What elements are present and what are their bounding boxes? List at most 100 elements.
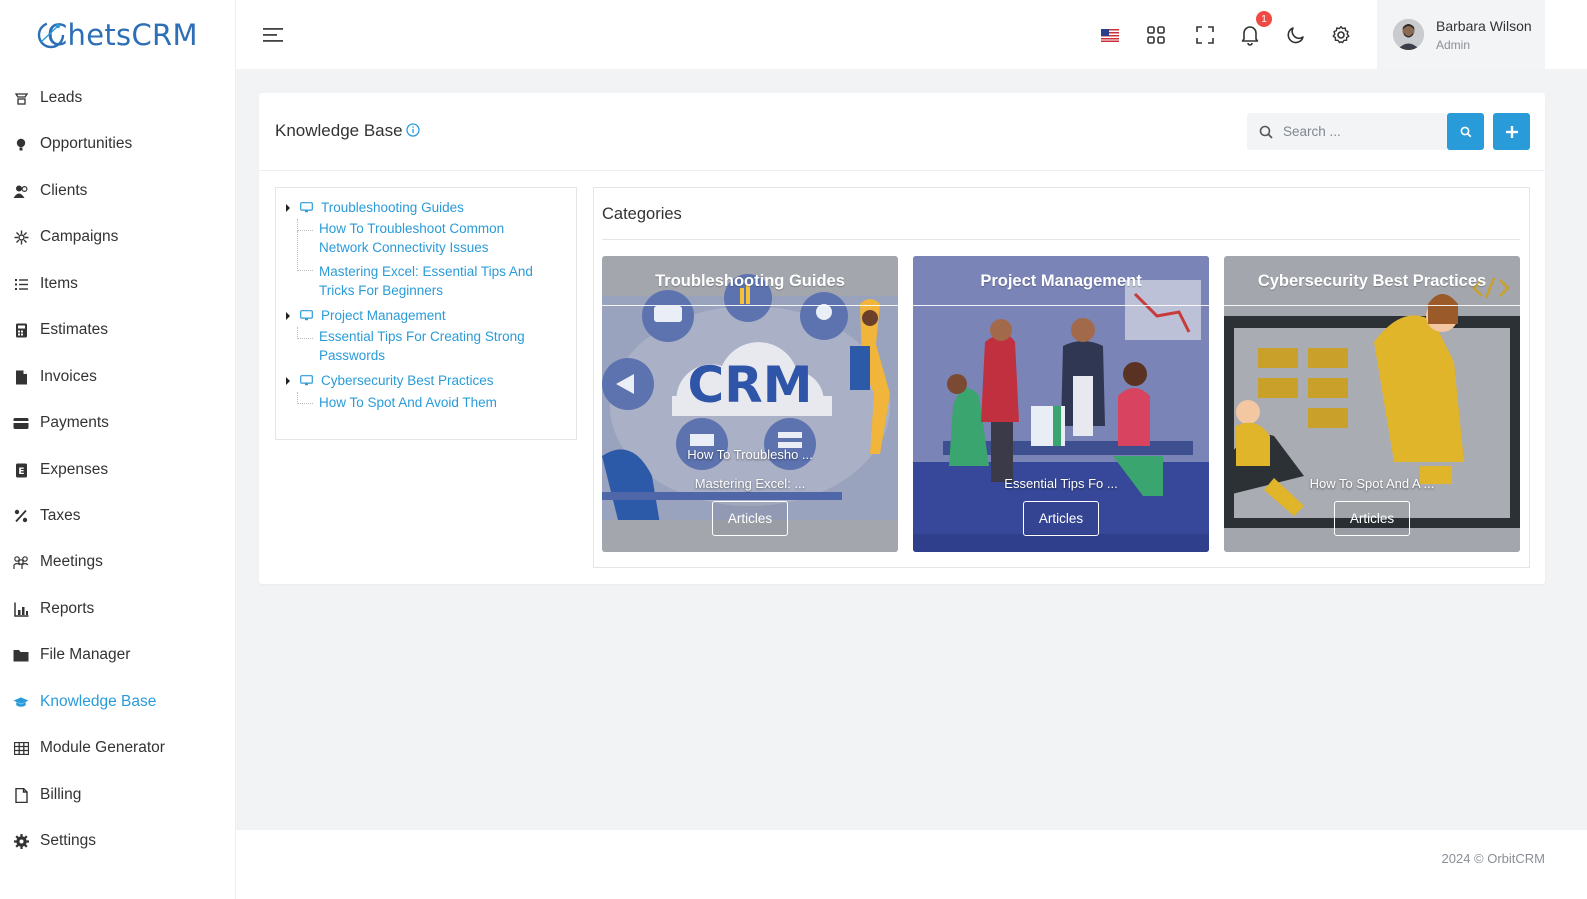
- articles-button[interactable]: Articles: [1334, 501, 1410, 536]
- credit-card-icon: [13, 415, 29, 431]
- logo-text: ChetsCRM: [47, 18, 198, 52]
- tree-article-item[interactable]: How To Spot And Avoid Them: [319, 393, 554, 412]
- lightbulb-icon: [13, 136, 29, 152]
- settings-button[interactable]: [1329, 23, 1353, 47]
- percent-icon: [13, 508, 29, 524]
- fullscreen-icon: [1196, 26, 1214, 44]
- sidebar-item-label: Taxes: [40, 507, 81, 524]
- tree-connector: [297, 392, 313, 404]
- sidebar-item-meetings[interactable]: Meetings: [0, 542, 235, 582]
- expense-icon: E: [13, 462, 29, 478]
- calculator-icon: [13, 322, 29, 338]
- sidebar-item-billing[interactable]: Billing: [0, 775, 235, 815]
- svg-text:E: E: [18, 467, 24, 477]
- categories-title: Categories: [602, 205, 682, 223]
- divider: [602, 239, 1520, 240]
- sidebar-item-label: Module Generator: [40, 739, 165, 756]
- category-card-troubleshooting[interactable]: CRM Troubleshooting Guides How To Troubl…: [602, 256, 898, 552]
- category-tree: Troubleshooting Guides How To Troublesho…: [275, 187, 577, 440]
- articles-button[interactable]: Articles: [712, 501, 788, 536]
- tree-category-label: Project Management: [321, 308, 446, 323]
- sidebar-item-label: Items: [40, 275, 78, 292]
- add-article-button[interactable]: [1493, 113, 1530, 150]
- category-card-title: Cybersecurity Best Practices: [1257, 272, 1487, 290]
- caret-right-icon[interactable]: [284, 376, 292, 385]
- sidebar-item-items[interactable]: Items: [0, 264, 235, 304]
- sidebar-item-clients[interactable]: Clients: [0, 171, 235, 211]
- category-card-article[interactable]: Mastering Excel: ...: [602, 476, 898, 491]
- avatar: [1393, 19, 1424, 50]
- fullscreen-button[interactable]: [1193, 23, 1217, 47]
- sidebar-item-label: Opportunities: [40, 135, 133, 152]
- sidebar-item-label: Campaigns: [40, 228, 119, 245]
- sidebar-item-estimates[interactable]: Estimates: [0, 310, 235, 350]
- category-card-article[interactable]: How To Troublesho ...: [602, 447, 898, 462]
- tree-article-item[interactable]: How To Troubleshoot Common Network Conne…: [319, 219, 554, 257]
- app-logo[interactable]: ChetsCRM: [0, 0, 235, 70]
- sidebar-item-payments[interactable]: Payments: [0, 403, 235, 443]
- user-name: Barbara Wilson: [1436, 17, 1532, 34]
- hamburger-icon: [263, 28, 283, 42]
- sidebar-item-expenses[interactable]: E Expenses: [0, 450, 235, 490]
- divider: [1224, 305, 1520, 306]
- apps-grid-button[interactable]: [1144, 23, 1168, 47]
- sidebar-item-label: Estimates: [40, 321, 109, 338]
- info-icon[interactable]: [406, 123, 420, 137]
- sidebar-item-label: Payments: [40, 414, 109, 431]
- sidebar-item-label: Billing: [40, 786, 82, 803]
- categories-panel: Categories CRM Troubleshooting Guides Ho…: [593, 187, 1530, 568]
- sidebar-item-label: Expenses: [40, 461, 109, 478]
- search-icon: [1460, 126, 1471, 137]
- sidebar-item-leads[interactable]: Leads: [0, 78, 235, 118]
- us-flag-icon: [1101, 28, 1119, 42]
- sidebar-item-campaigns[interactable]: Campaigns: [0, 217, 235, 257]
- caret-right-icon[interactable]: [284, 203, 292, 212]
- graduation-cap-icon: [13, 694, 29, 710]
- tree-category-troubleshooting[interactable]: Troubleshooting Guides: [284, 200, 464, 215]
- folder-icon: [13, 647, 29, 663]
- category-card-article[interactable]: Essential Tips Fo ...: [913, 476, 1209, 491]
- sidebar-item-reports[interactable]: Reports: [0, 589, 235, 629]
- bell-icon: [1241, 26, 1259, 46]
- sidebar-item-opportunities[interactable]: Opportunities: [0, 124, 235, 164]
- sidebar-item-invoices[interactable]: Invoices: [0, 357, 235, 397]
- footer-copyright: 2024 © OrbitCRM: [1441, 851, 1546, 866]
- sidebar-item-label: Settings: [40, 832, 97, 849]
- search-submit-button[interactable]: [1447, 113, 1484, 150]
- gear-icon: [1332, 25, 1350, 44]
- articles-button[interactable]: Articles: [1023, 501, 1099, 536]
- caret-right-icon[interactable]: [284, 311, 292, 320]
- tree-article-item[interactable]: Mastering Excel: Essential Tips And Tric…: [319, 262, 554, 300]
- sidebar-item-label: Clients: [40, 182, 88, 199]
- sidebar-item-label: Knowledge Base: [40, 693, 157, 710]
- notifications-button[interactable]: 1: [1238, 11, 1272, 47]
- category-card-cybersecurity[interactable]: Cybersecurity Best Practices How To Spot…: [1224, 256, 1520, 552]
- user-profile-menu[interactable]: Barbara Wilson Admin: [1377, 0, 1545, 69]
- language-flag-button[interactable]: [1098, 23, 1122, 47]
- sidebar: ChetsCRM Leads Opportunities Clients Campai…: [0, 0, 236, 899]
- sidebar-item-label: Reports: [40, 600, 95, 617]
- sidebar-item-module-generator[interactable]: Module Generator: [0, 728, 235, 768]
- category-card-article[interactable]: How To Spot And A ...: [1224, 476, 1520, 491]
- tree-connector: [297, 327, 313, 339]
- knowledge-base-card: Knowledge Base Search ... Troubleshootin…: [259, 93, 1545, 584]
- tree-category-cybersecurity[interactable]: Cybersecurity Best Practices: [284, 373, 494, 388]
- sidebar-item-knowledge-base[interactable]: Knowledge Base: [0, 682, 235, 722]
- menu-toggle-button[interactable]: [262, 24, 284, 46]
- divider: [602, 305, 898, 306]
- tree-category-project-management[interactable]: Project Management: [284, 308, 446, 323]
- sidebar-item-settings[interactable]: Settings: [0, 821, 235, 861]
- search-input[interactable]: [1283, 124, 1433, 139]
- category-card-project-management[interactable]: Project Management Essential Tips Fo ...…: [913, 256, 1209, 552]
- sidebar-item-label: Meetings: [40, 553, 103, 570]
- sidebar-item-taxes[interactable]: Taxes: [0, 496, 235, 536]
- plus-icon: [1505, 125, 1518, 138]
- user-role: Admin: [1436, 37, 1471, 52]
- dark-mode-toggle[interactable]: [1284, 23, 1308, 47]
- tree-category-label: Cybersecurity Best Practices: [321, 373, 494, 388]
- tree-article-item[interactable]: Essential Tips For Creating Strong Passw…: [319, 327, 554, 365]
- notification-badge: 1: [1256, 11, 1272, 27]
- crm-art-text: CRM: [688, 356, 813, 414]
- tree-category-label: Troubleshooting Guides: [321, 200, 464, 215]
- sidebar-item-file-manager[interactable]: File Manager: [0, 635, 235, 675]
